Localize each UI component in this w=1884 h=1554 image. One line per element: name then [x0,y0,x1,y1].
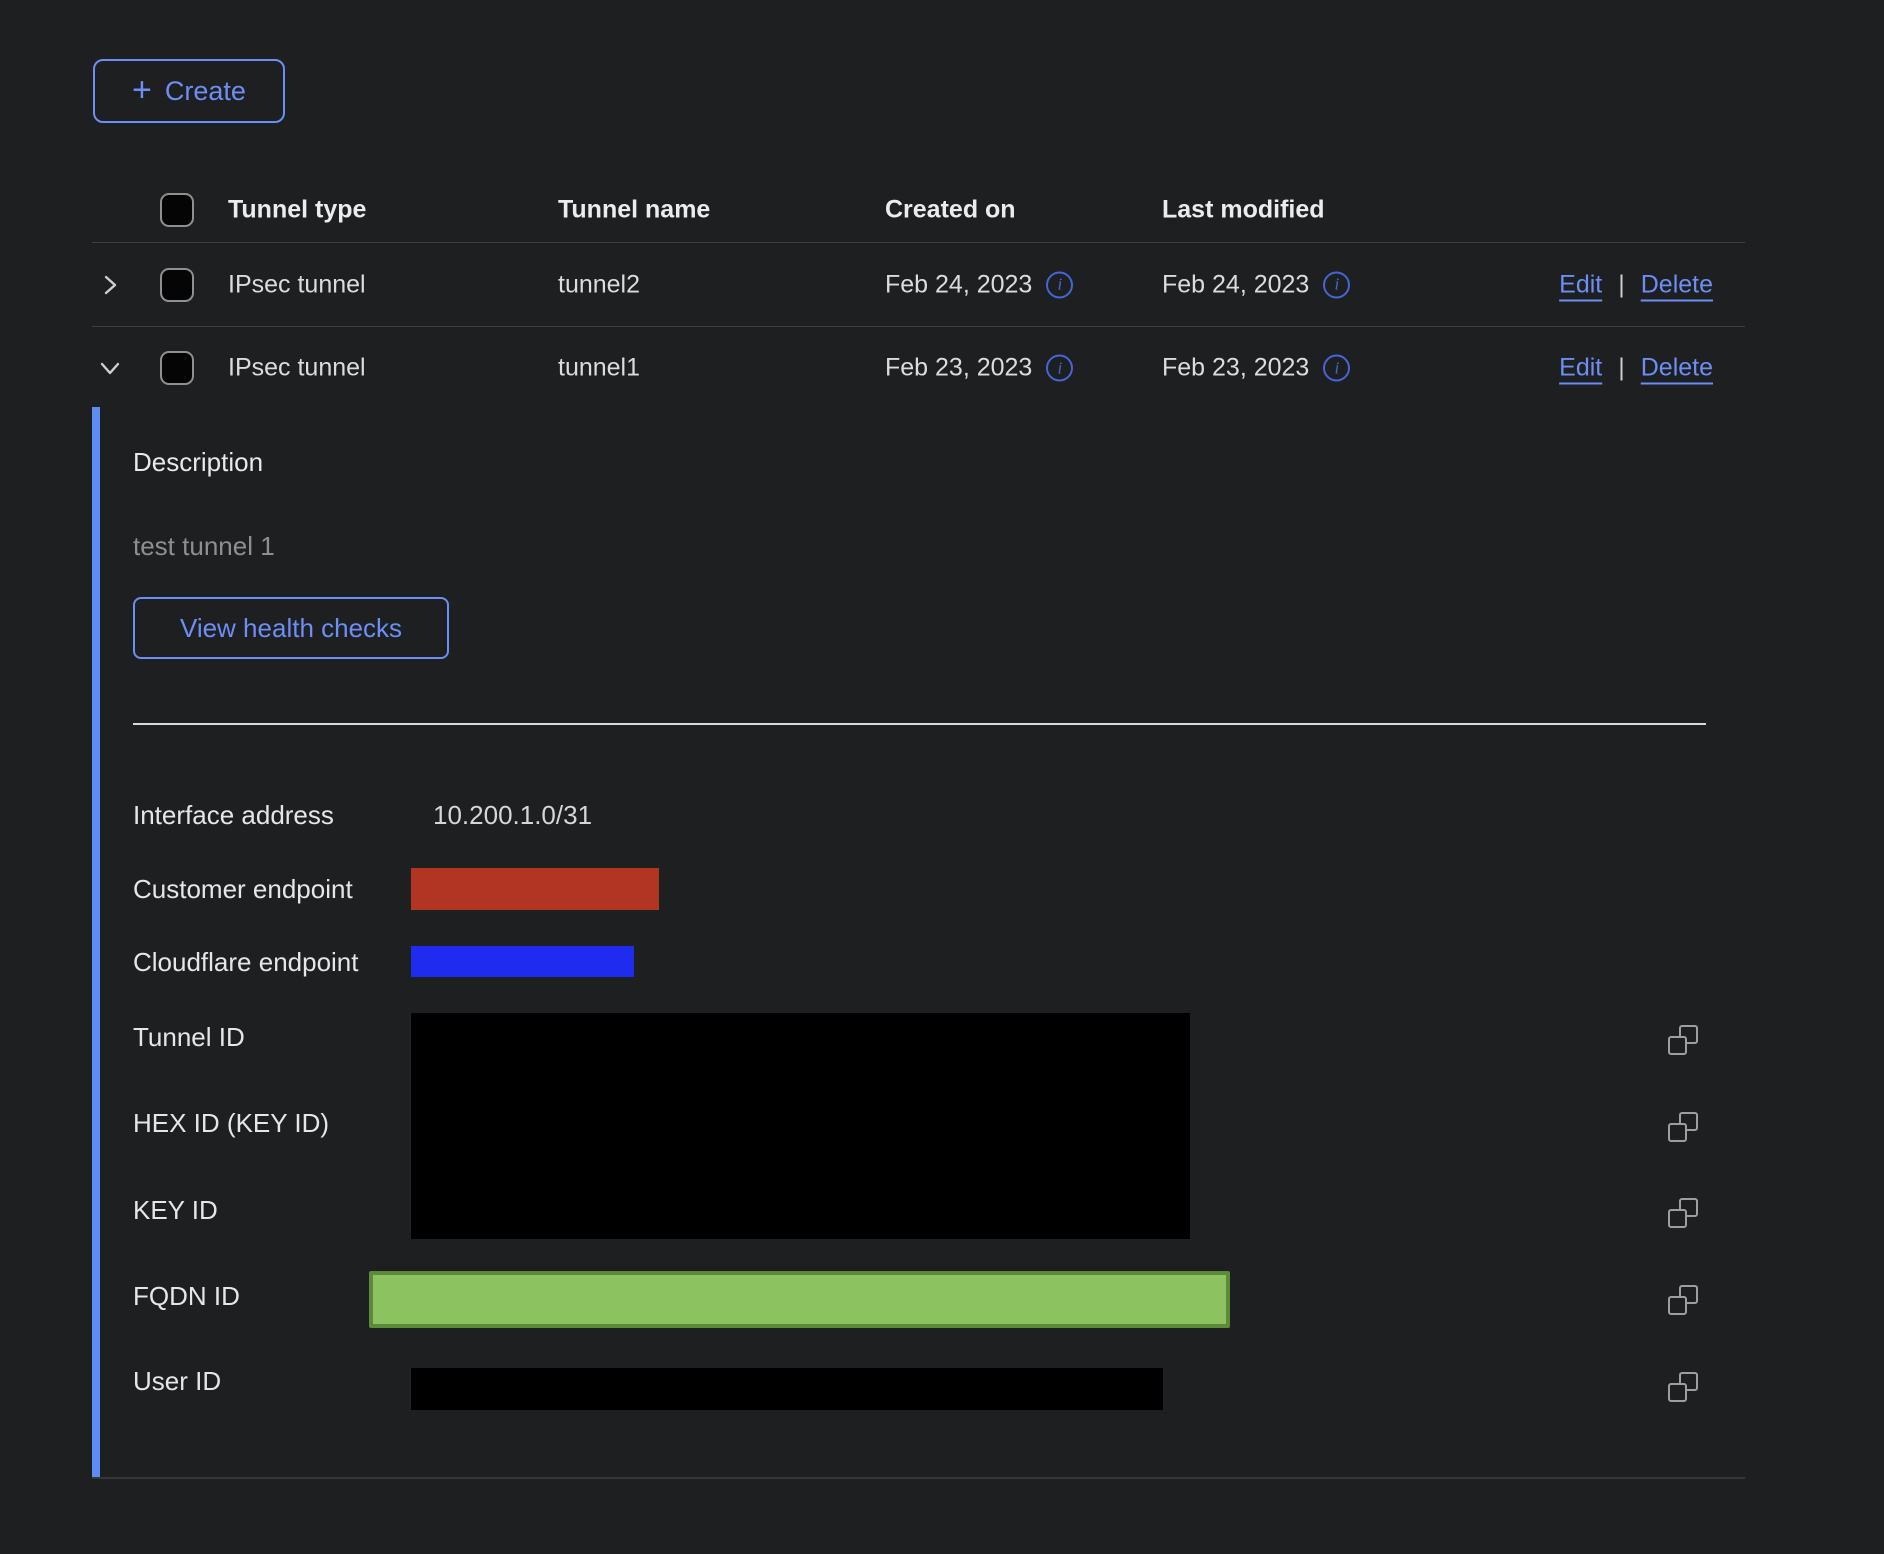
expand-row-button[interactable] [98,270,128,300]
description-value: test tunnel 1 [133,531,275,562]
header-tunnel-type: Tunnel type [228,195,366,224]
created-on-cell: Feb 24, 2023 [885,270,1032,299]
copy-icon[interactable] [1668,1198,1698,1228]
customer-endpoint-label: Customer endpoint [133,874,353,904]
last-modified-cell: Feb 24, 2023 [1162,270,1309,299]
key-id-label: KEY ID [133,1195,218,1225]
tunnel-id-label: Tunnel ID [133,1022,245,1052]
created-on-cell: Feb 23, 2023 [885,354,1032,383]
tunnel-type-cell: IPsec tunnel [228,270,366,299]
redacted-customer-endpoint [411,868,659,910]
table-row: IPsec tunnel tunnel1 Feb 23, 2023 i Feb … [92,327,1745,409]
redacted-fqdn-id [369,1271,1230,1328]
delete-link[interactable]: Delete [1641,354,1713,383]
tunnel-name-cell: tunnel1 [558,354,640,383]
tunnel-table: Tunnel type Tunnel name Created on Last … [92,177,1745,409]
user-id-label: User ID [133,1366,221,1396]
copy-icon[interactable] [1668,1285,1698,1315]
header-last-modified: Last modified [1162,195,1325,224]
row-checkbox[interactable] [160,268,194,302]
copy-icon[interactable] [1668,1025,1698,1055]
create-button[interactable]: + Create [93,59,285,123]
actions-separator: | [1618,354,1625,383]
tunnels-page: + Create Tunnel type Tunnel name Created… [0,0,1884,1554]
panel-divider [133,723,1706,725]
view-health-checks-label: View health checks [180,613,402,644]
tunnel-name-cell: tunnel2 [558,270,640,299]
chevron-right-icon [98,273,122,297]
description-label: Description [133,447,263,478]
last-modified-cell: Feb 23, 2023 [1162,354,1309,383]
interface-address-label: Interface address [133,800,334,830]
view-health-checks-button[interactable]: View health checks [133,597,449,659]
redacted-cloudflare-endpoint [411,946,634,977]
table-bottom-divider [92,1477,1745,1479]
collapse-row-button[interactable] [98,353,128,383]
delete-link[interactable]: Delete [1641,270,1713,299]
info-icon[interactable]: i [1046,271,1073,298]
copy-icon[interactable] [1668,1372,1698,1402]
expanded-row-accent-bar [92,407,100,1478]
info-icon[interactable]: i [1323,271,1350,298]
cloudflare-endpoint-label: Cloudflare endpoint [133,947,359,977]
edit-link[interactable]: Edit [1559,354,1602,383]
header-created-on: Created on [885,195,1016,224]
row-checkbox[interactable] [160,351,194,385]
plus-icon: + [132,73,152,107]
hex-id-label: HEX ID (KEY ID) [133,1108,329,1138]
tunnel-type-cell: IPsec tunnel [228,354,366,383]
select-all-checkbox[interactable] [160,193,194,227]
fqdn-id-label: FQDN ID [133,1281,240,1311]
copy-icon[interactable] [1668,1112,1698,1142]
chevron-down-icon [98,356,122,380]
interface-address-value: 10.200.1.0/31 [433,800,592,830]
header-tunnel-name: Tunnel name [558,195,710,224]
create-button-label: Create [165,76,246,107]
table-row: IPsec tunnel tunnel2 Feb 24, 2023 i Feb … [92,243,1745,327]
table-header-row: Tunnel type Tunnel name Created on Last … [92,177,1745,243]
info-icon[interactable]: i [1323,355,1350,382]
redacted-ids-block [411,1013,1190,1239]
edit-link[interactable]: Edit [1559,270,1602,299]
actions-separator: | [1618,270,1625,299]
redacted-user-id [411,1368,1163,1410]
info-icon[interactable]: i [1046,355,1073,382]
